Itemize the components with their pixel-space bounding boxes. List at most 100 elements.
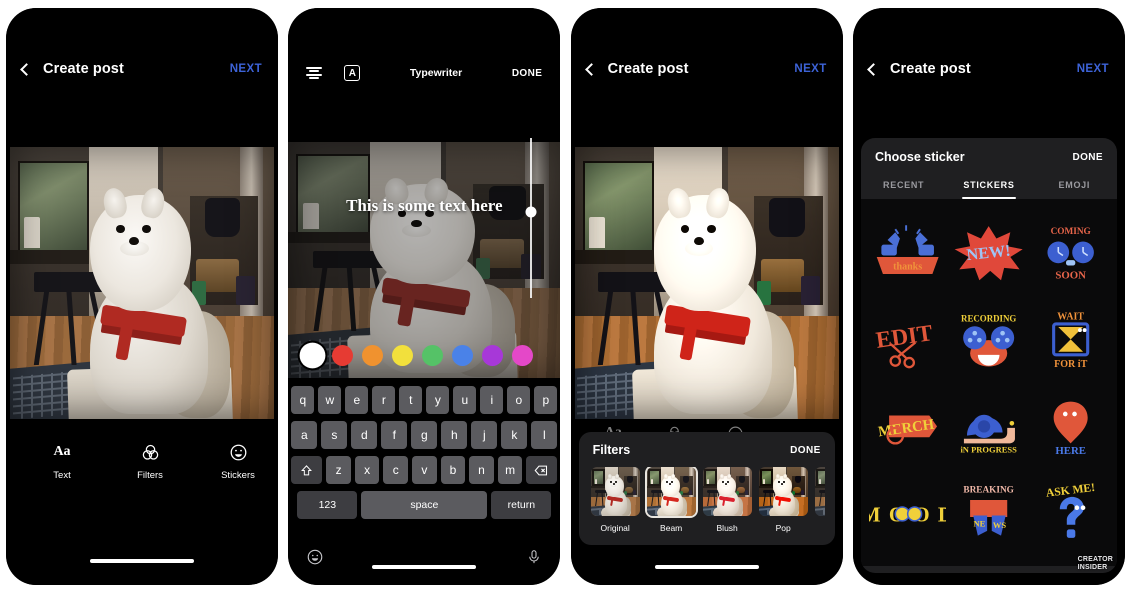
merch-tag-sticker[interactable]: MERCH [869, 385, 946, 468]
key-b[interactable]: b [440, 456, 466, 484]
in-progress-snail-sticker[interactable]: iN PROGRESS [950, 385, 1027, 468]
key-c[interactable]: c [383, 456, 409, 484]
filter-thumbnail[interactable] [814, 467, 825, 516]
color-swatch-blue[interactable] [452, 345, 474, 366]
color-swatch-white[interactable] [302, 345, 324, 366]
filter-item[interactable]: Beam [646, 467, 696, 533]
text-size-slider[interactable] [524, 138, 538, 298]
thanks-thumbs-up-sticker[interactable]: thanks [869, 211, 946, 294]
sticker-tab-emoji[interactable]: EMOJI [1032, 174, 1117, 199]
key-y[interactable]: y [426, 386, 450, 414]
filter-item[interactable]: Pop [758, 467, 808, 533]
done-button[interactable]: DONE [512, 68, 543, 79]
key-j[interactable]: j [471, 421, 498, 449]
text-overlay[interactable]: This is some text here [288, 196, 560, 216]
keyboard-row-1: qwertyuiop [291, 386, 558, 414]
key-p[interactable]: p [534, 386, 558, 414]
next-button[interactable]: NEXT [1077, 63, 1109, 75]
key-k[interactable]: k [501, 421, 528, 449]
sticker-tab-recent[interactable]: RECENT [861, 174, 946, 199]
filter-thumbnail[interactable] [702, 467, 752, 516]
keyboard-bottom-bar [288, 537, 560, 581]
text-align-icon[interactable] [306, 66, 323, 80]
tool-text[interactable]: Aa Text [40, 442, 84, 481]
space-key[interactable]: space [361, 491, 488, 519]
key-m[interactable]: m [497, 456, 523, 484]
key-x[interactable]: x [354, 456, 380, 484]
key-t[interactable]: t [399, 386, 423, 414]
letter-a-box-icon[interactable]: A [344, 65, 361, 81]
phone-3-filters: Create post NEXT Aa Filters DONE Origina… [570, 8, 843, 585]
sticker-art: COMING SOON [1032, 211, 1109, 294]
font-name-label[interactable]: Typewriter [410, 67, 462, 79]
filters-done-button[interactable]: DONE [790, 445, 821, 456]
chevron-left-icon[interactable] [867, 62, 880, 76]
key-e[interactable]: e [345, 386, 369, 414]
edit-scissors-sticker[interactable]: EDIT [869, 298, 946, 381]
color-swatch-yellow[interactable] [392, 345, 414, 366]
key-r[interactable]: r [372, 386, 396, 414]
backspace-key[interactable] [526, 456, 558, 484]
filter-item[interactable]: Original [590, 467, 640, 533]
emoji-smiley-icon[interactable] [306, 548, 324, 571]
key-g[interactable]: g [411, 421, 438, 449]
key-s[interactable]: s [321, 421, 348, 449]
coming-soon-clock-sticker[interactable]: COMING SOON [1032, 211, 1109, 294]
key-l[interactable]: l [531, 421, 558, 449]
phone-4-stickers: Create post NEXT Choose sticker DONE REC… [852, 8, 1125, 585]
filter-thumbnail[interactable] [758, 467, 808, 516]
tool-stickers[interactable]: Stickers [216, 442, 260, 481]
filter-thumbnail[interactable] [646, 467, 696, 516]
color-swatch-green[interactable] [422, 345, 444, 366]
breaking-news-sticker[interactable]: BREAKING NE WS [950, 471, 1027, 554]
wait-for-it-hourglass-sticker[interactable]: WAIT FOR iT [1032, 298, 1109, 381]
filter-item[interactable]: Blush [702, 467, 752, 533]
sticker-grid[interactable]: thanks NEW! COMING SOON EDIT RECORDING W… [860, 199, 1117, 566]
next-button[interactable]: NEXT [794, 63, 826, 75]
filter-item[interactable] [814, 467, 825, 533]
here-pin-sticker[interactable]: HERE [1032, 385, 1109, 468]
photo-preview[interactable] [574, 147, 839, 419]
chevron-left-icon[interactable] [584, 62, 598, 76]
numbers-key[interactable]: 123 [297, 491, 358, 519]
key-z[interactable]: z [326, 456, 351, 484]
next-button[interactable]: NEXT [230, 63, 262, 75]
key-a[interactable]: a [291, 421, 318, 449]
color-swatch-purple[interactable] [482, 345, 504, 366]
key-v[interactable]: v [412, 456, 437, 484]
key-o[interactable]: o [507, 386, 531, 414]
key-u[interactable]: u [453, 386, 477, 414]
key-n[interactable]: n [469, 456, 494, 484]
key-q[interactable]: q [291, 386, 315, 414]
color-swatch-red[interactable] [332, 345, 354, 366]
color-swatch-orange[interactable] [362, 345, 384, 366]
key-f[interactable]: f [381, 421, 408, 449]
ask-me-question-sticker[interactable]: ASK ME! [1032, 471, 1109, 554]
recording-reels-sticker[interactable]: RECORDING [950, 298, 1027, 381]
photo-preview[interactable] [10, 147, 274, 419]
slider-knob[interactable] [525, 206, 537, 218]
photo-preview[interactable] [288, 142, 561, 378]
shift-key[interactable] [291, 456, 323, 484]
return-key[interactable]: return [491, 491, 552, 519]
microphone-icon[interactable] [526, 549, 542, 570]
sticker-done-button[interactable]: DONE [1072, 152, 1103, 163]
key-d[interactable]: d [351, 421, 378, 449]
key-h[interactable]: h [441, 421, 468, 449]
filters-circles-icon [141, 442, 160, 462]
tool-filters[interactable]: Filters [128, 442, 172, 481]
key-i[interactable]: i [480, 386, 504, 414]
sticker-tab-stickers[interactable]: STICKERS [946, 174, 1031, 199]
home-indicator [90, 559, 194, 563]
screenshot-stage: Create post NEXT Aa Text Filters Sticker… [0, 0, 1131, 593]
text-editor-header: A Typewriter DONE [288, 60, 560, 86]
new-burst-sticker[interactable]: NEW! [950, 211, 1027, 294]
chevron-left-icon[interactable] [20, 62, 33, 76]
filters-panel-header: Filters DONE [589, 443, 825, 457]
color-swatch-magenta[interactable] [512, 345, 534, 366]
filter-list[interactable]: Original Beam Blush Pop [589, 467, 825, 533]
mood-faces-sticker[interactable]: M O O D [861, 471, 953, 554]
page-title: Create post [43, 61, 124, 77]
filter-thumbnail[interactable] [590, 467, 640, 516]
key-w[interactable]: w [318, 386, 342, 414]
